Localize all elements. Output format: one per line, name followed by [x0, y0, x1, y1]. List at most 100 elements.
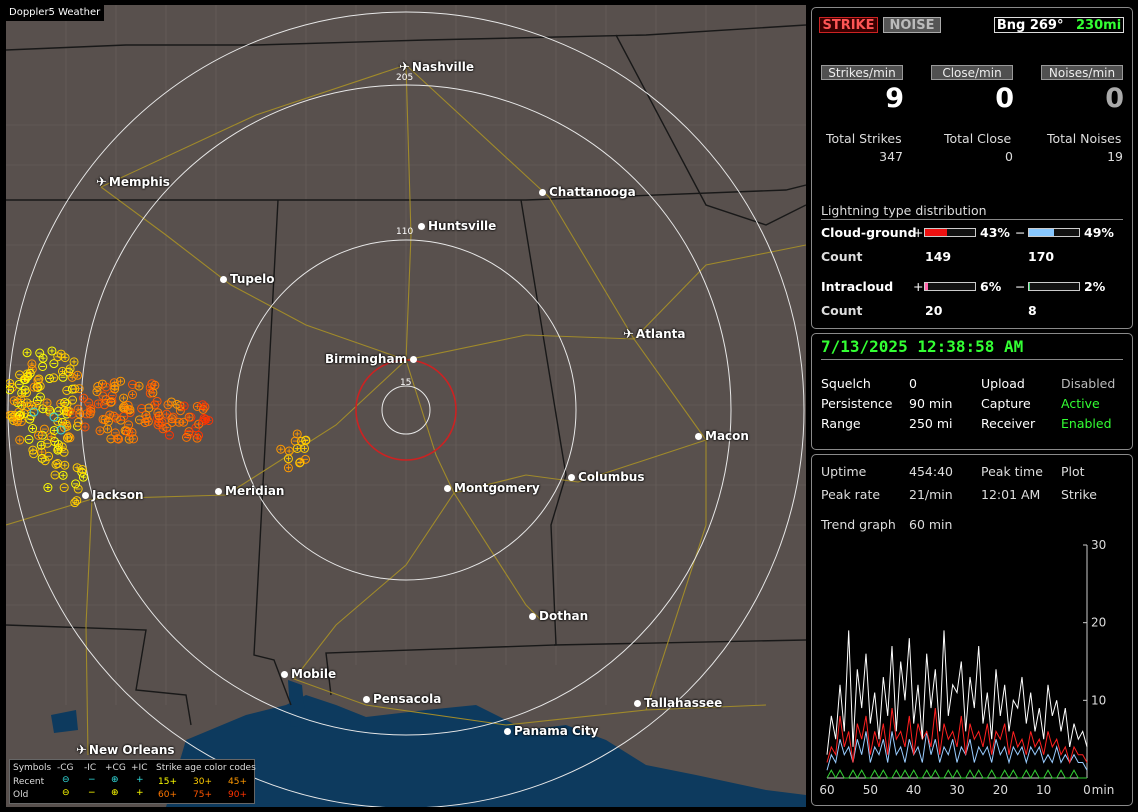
- pos-cg-old-icon: ⊕: [111, 788, 119, 798]
- age-recent-1: 15+: [158, 777, 177, 787]
- range-label: Range: [821, 416, 861, 431]
- cg-positive-bar: [924, 228, 976, 237]
- strike-polarity-mark: [294, 431, 300, 437]
- city-chattanooga[interactable]: Chattanooga: [539, 185, 636, 199]
- trend-axes: 30 20 10 60 50 40 30 20 10 0 min: [819, 538, 1114, 797]
- noise-button[interactable]: NOISE: [883, 17, 941, 33]
- strike-polarity-mark: [45, 485, 51, 491]
- city-jackson[interactable]: Jackson: [82, 488, 144, 502]
- cg-negative-bar: [1028, 228, 1080, 237]
- strike-polarity-mark: [51, 427, 57, 433]
- neg-cg-recent-icon: ⊖: [62, 775, 70, 785]
- squelch-value: 0: [909, 376, 917, 391]
- strike-polarity-mark: [79, 467, 85, 473]
- neg-ic-old-icon: −: [88, 788, 96, 798]
- age-recent-2: 30+: [193, 777, 212, 787]
- symbol-legend: Symbols -CG -IC +CG +IC Strike age color…: [9, 759, 256, 804]
- capture-label: Capture: [981, 396, 1031, 411]
- strike-polarity-mark: [278, 446, 284, 452]
- airport-icon: ✈: [399, 60, 410, 75]
- city-birmingham[interactable]: Birmingham: [325, 352, 420, 366]
- strike-polarity-mark: [35, 432, 41, 438]
- strike-polarity-mark: [121, 395, 127, 401]
- city-tupelo[interactable]: Tupelo: [220, 272, 275, 286]
- close-per-min-label: Close/min: [931, 65, 1013, 80]
- datetime-divider: [821, 359, 1123, 360]
- strike-polarity-mark: [285, 465, 291, 471]
- trend-series-line: [826, 769, 1087, 780]
- city-memphis[interactable]: ✈ Memphis: [96, 175, 170, 190]
- trend-series-line: [826, 630, 1088, 755]
- ic-plus-sign: +: [913, 279, 924, 294]
- settings-panel: 7/13/2025 12:38:58 AM Squelch 0 Persiste…: [811, 333, 1133, 450]
- lightning-map[interactable]: Doppler5 Weather 205 110 15 ✈ Nashville ✈…: [6, 5, 806, 807]
- strike-polarity-mark: [118, 378, 124, 384]
- strikes-per-min-label: Strikes/min: [821, 65, 903, 80]
- strike-polarity-mark: [44, 400, 50, 406]
- strike-markers: [6, 346, 311, 508]
- strike-polarity-mark: [164, 411, 170, 417]
- bearing-readout: Bng 269° 230mi: [994, 17, 1124, 33]
- city-dot-icon: [444, 485, 451, 492]
- city-mobile[interactable]: Mobile: [281, 667, 336, 681]
- ic-positive-fill: [925, 283, 928, 290]
- noises-per-min-label: Noises/min: [1041, 65, 1123, 80]
- city-montgomery[interactable]: Montgomery: [444, 481, 540, 495]
- cg-negative-pct: 49%: [1084, 225, 1114, 240]
- city-tallahassee[interactable]: Tallahassee: [634, 696, 722, 710]
- lake-pontchartrain: [51, 710, 78, 733]
- x-tick-label: 40: [906, 783, 921, 797]
- cg-positive-fill: [925, 229, 947, 236]
- strike-polarity-mark: [286, 448, 292, 454]
- receiver-status[interactable]: Enabled: [1061, 416, 1112, 431]
- strike-polarity-mark: [71, 359, 77, 365]
- age-old-3: 90+: [228, 790, 247, 800]
- trend-series-line: [826, 731, 1088, 771]
- ic-positive-pct: 6%: [980, 279, 1002, 294]
- airport-icon: ✈: [76, 743, 87, 758]
- pos-ic-old-icon: +: [136, 788, 144, 798]
- capture-status[interactable]: Active: [1061, 396, 1100, 411]
- city-dot-icon: [539, 189, 546, 196]
- strike-polarity-mark: [30, 425, 36, 431]
- cg-negative-count: 170: [1028, 249, 1055, 264]
- strike-polarity-mark: [97, 428, 103, 434]
- ic-positive-count: 20: [925, 303, 943, 318]
- ic-count-label: Count: [821, 303, 863, 318]
- range-value: 250 mi: [909, 416, 953, 431]
- city-dot-icon: [418, 223, 425, 230]
- city-new-orleans[interactable]: ✈ New Orleans: [76, 743, 175, 758]
- city-macon[interactable]: Macon: [695, 429, 749, 443]
- strike-button[interactable]: STRIKE: [819, 17, 878, 33]
- city-pensacola[interactable]: Pensacola: [363, 692, 441, 706]
- strike-polarity-mark: [30, 447, 36, 453]
- city-atlanta[interactable]: ✈ Atlanta: [623, 327, 686, 342]
- neg-ic-recent-icon: −: [88, 775, 96, 785]
- neg-cg-old-icon: ⊖: [62, 788, 70, 798]
- persistence-label: Persistence: [821, 396, 893, 411]
- upload-status[interactable]: Disabled: [1061, 376, 1115, 391]
- city-dot-icon: [568, 474, 575, 481]
- bearing-value: Bng 269°: [996, 18, 1064, 33]
- strike-polarity-mark: [7, 380, 13, 386]
- city-columbus[interactable]: Columbus: [568, 470, 645, 484]
- legend-old-label: Old: [13, 790, 29, 800]
- strike-polarity-mark: [39, 449, 45, 455]
- intracloud-label: Intracloud: [821, 279, 894, 294]
- city-nashville[interactable]: ✈ Nashville: [399, 60, 474, 75]
- strike-polarity-mark: [105, 426, 111, 432]
- ic-positive-bar: [924, 282, 976, 291]
- total-strikes-value: 347: [879, 149, 903, 164]
- city-meridian[interactable]: Meridian: [215, 484, 284, 498]
- strike-polarity-mark: [81, 395, 87, 401]
- cg-plus-sign: +: [913, 225, 924, 240]
- legend-pos-ic: +IC: [131, 763, 148, 773]
- city-huntsville[interactable]: Huntsville: [418, 219, 496, 233]
- ic-negative-pct: 2%: [1084, 279, 1106, 294]
- city-dothan[interactable]: Dothan: [529, 609, 588, 623]
- strike-polarity-mark: [181, 419, 187, 425]
- city-dot-icon: [634, 700, 641, 707]
- city-panama-city[interactable]: Panama City: [504, 724, 598, 738]
- x-tick-label: 60: [819, 783, 834, 797]
- strike-polarity-mark: [82, 424, 88, 430]
